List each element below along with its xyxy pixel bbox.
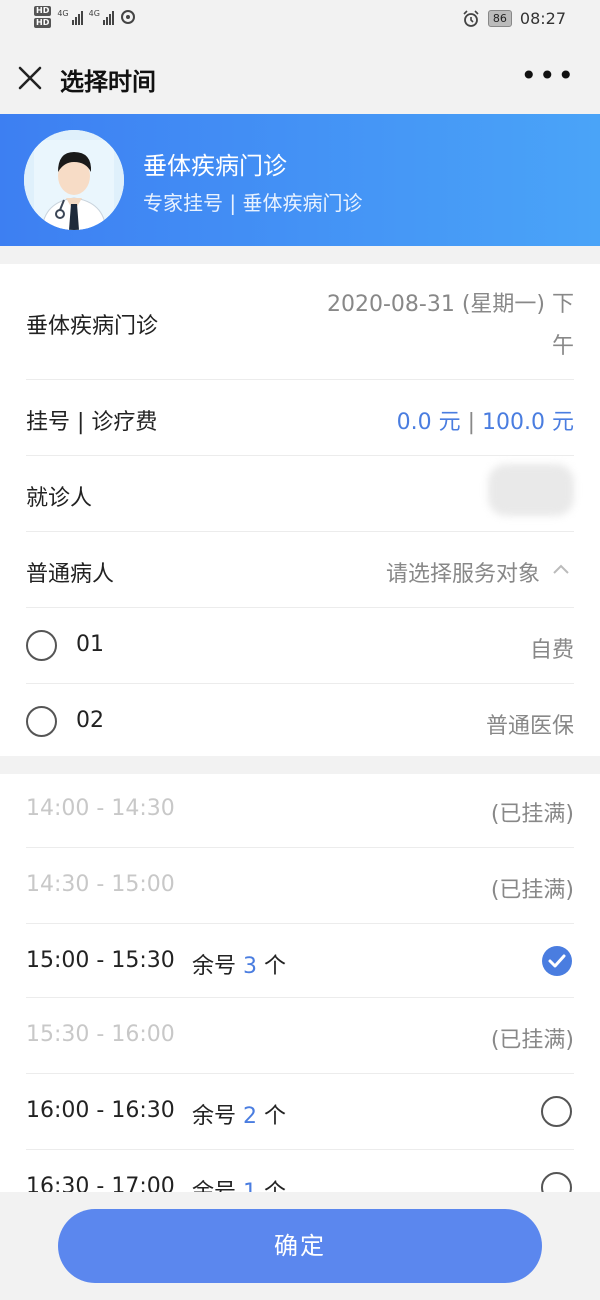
remaining-count: 2 — [243, 1104, 257, 1129]
service-target-placeholder: 请选择服务对象 — [385, 562, 540, 587]
patient-name-redacted — [488, 464, 574, 516]
fee-label: 挂号 | 诊疗费 — [26, 410, 158, 435]
signal-icon: 4G — [57, 9, 83, 25]
option-type: 自费 — [529, 638, 574, 663]
slot-time: 14:00 - 14:30 — [26, 796, 175, 821]
status-bar: HD HD 4G 4G 86 08:27 — [0, 0, 600, 42]
slot-status: (已挂满) — [490, 878, 574, 903]
fee-row: 挂号 | 诊疗费 0.0 元 | 100.0 元 — [26, 380, 574, 456]
time-slot: 14:00 - 14:30 (已挂满) — [26, 774, 574, 848]
confirm-button[interactable]: 确定 — [58, 1209, 542, 1283]
radio-button[interactable] — [26, 630, 57, 661]
nav-bar: 选择时间 ••• — [0, 42, 600, 114]
slot-remaining: 余号 1 个 — [192, 1174, 286, 1192]
fee-separator: | — [460, 410, 483, 435]
page: HD HD 4G 4G 86 08:27 选择时间 ••• 垂体疾病门诊 专家挂… — [0, 0, 600, 1300]
slot-remaining: 余号 2 个 — [192, 1098, 286, 1130]
option-type: 普通医保 — [485, 714, 574, 739]
time-slot-list: 14:00 - 14:30 (已挂满) 14:30 - 15:00 (已挂满) … — [0, 774, 600, 1192]
slot-time: 16:00 - 16:30 — [26, 1098, 175, 1123]
slot-status: (已挂满) — [490, 1028, 574, 1053]
option-code: 01 — [76, 632, 104, 657]
appointment-date: 2020-08-31 (星期一) 下 — [326, 292, 574, 317]
patient-type-label: 普通病人 — [26, 562, 115, 587]
department-header: 垂体疾病门诊 专家挂号 | 垂体疾病门诊 — [0, 114, 600, 246]
insurance-option-02[interactable]: 02 普通医保 — [26, 684, 574, 756]
alarm-icon — [463, 9, 479, 27]
time-slot[interactable]: 15:00 - 15:30 余号 3 个 — [26, 924, 574, 998]
footer: 确定 — [0, 1192, 600, 1300]
option-code: 02 — [76, 708, 104, 733]
department-subtitle: 专家挂号 | 垂体疾病门诊 — [143, 191, 363, 215]
chevron-up-icon[interactable] — [552, 562, 570, 576]
status-bar-right: 86 08:27 — [462, 9, 566, 28]
data-saver-icon — [120, 10, 135, 24]
remaining-suffix: 个 — [257, 1104, 286, 1129]
radio-button[interactable] — [26, 706, 57, 737]
status-bar-left: HD HD 4G 4G — [34, 6, 136, 28]
remaining-prefix: 余号 — [192, 1104, 243, 1129]
remaining-count: 3 — [243, 954, 257, 979]
remaining-count: 1 — [243, 1180, 257, 1192]
radio-button[interactable] — [541, 1172, 572, 1192]
treatment-fee: 100.0 元 — [482, 410, 574, 435]
slot-time: 15:30 - 16:00 — [26, 1022, 175, 1047]
insurance-option-01[interactable]: 01 自费 — [26, 608, 574, 684]
time-slot[interactable]: 16:30 - 17:00 余号 1 个 — [26, 1150, 574, 1192]
time-slot[interactable]: 16:00 - 16:30 余号 2 个 — [26, 1074, 574, 1150]
appointment-info-card: 垂体疾病门诊 2020-08-31 (星期一) 下 午 挂号 | 诊疗费 0.0… — [0, 264, 600, 756]
remaining-suffix: 个 — [257, 1180, 286, 1192]
slot-remaining: 余号 3 个 — [192, 948, 286, 980]
time-slot: 14:30 - 15:00 (已挂满) — [26, 848, 574, 924]
doctor-avatar — [24, 130, 124, 230]
slot-time: 16:30 - 17:00 — [26, 1174, 175, 1192]
remaining-prefix: 余号 — [192, 1180, 243, 1192]
signal-icon: 4G — [89, 9, 114, 25]
remaining-prefix: 余号 — [192, 954, 243, 979]
clinic-label: 垂体疾病门诊 — [26, 314, 159, 339]
hd-icon: HD HD — [34, 6, 52, 28]
remaining-suffix: 个 — [257, 954, 286, 979]
department-name: 垂体疾病门诊 — [143, 152, 287, 180]
fee-value: 0.0 元 | 100.0 元 — [397, 404, 574, 436]
page-title: 选择时间 — [60, 68, 156, 96]
registration-fee: 0.0 元 — [396, 410, 461, 435]
doctor-icon — [24, 130, 124, 230]
clock: 08:27 — [519, 9, 566, 28]
clinic-row: 垂体疾病门诊 2020-08-31 (星期一) 下 午 — [26, 264, 574, 380]
slot-status: (已挂满) — [490, 802, 574, 827]
appointment-date-cont: 午 — [551, 334, 574, 359]
service-target-row[interactable]: 普通病人 请选择服务对象 — [26, 532, 574, 608]
slot-time: 15:00 - 15:30 — [26, 948, 175, 973]
radio-button[interactable] — [541, 1096, 572, 1127]
checkmark-icon[interactable] — [542, 946, 572, 976]
close-icon[interactable] — [14, 62, 46, 94]
patient-row[interactable]: 就诊人 — [26, 456, 574, 532]
battery-icon: 86 — [487, 10, 512, 27]
slot-time: 14:30 - 15:00 — [26, 872, 175, 897]
patient-label: 就诊人 — [26, 486, 93, 511]
time-slot: 15:30 - 16:00 (已挂满) — [26, 998, 574, 1074]
more-menu-icon[interactable]: ••• — [520, 62, 576, 90]
